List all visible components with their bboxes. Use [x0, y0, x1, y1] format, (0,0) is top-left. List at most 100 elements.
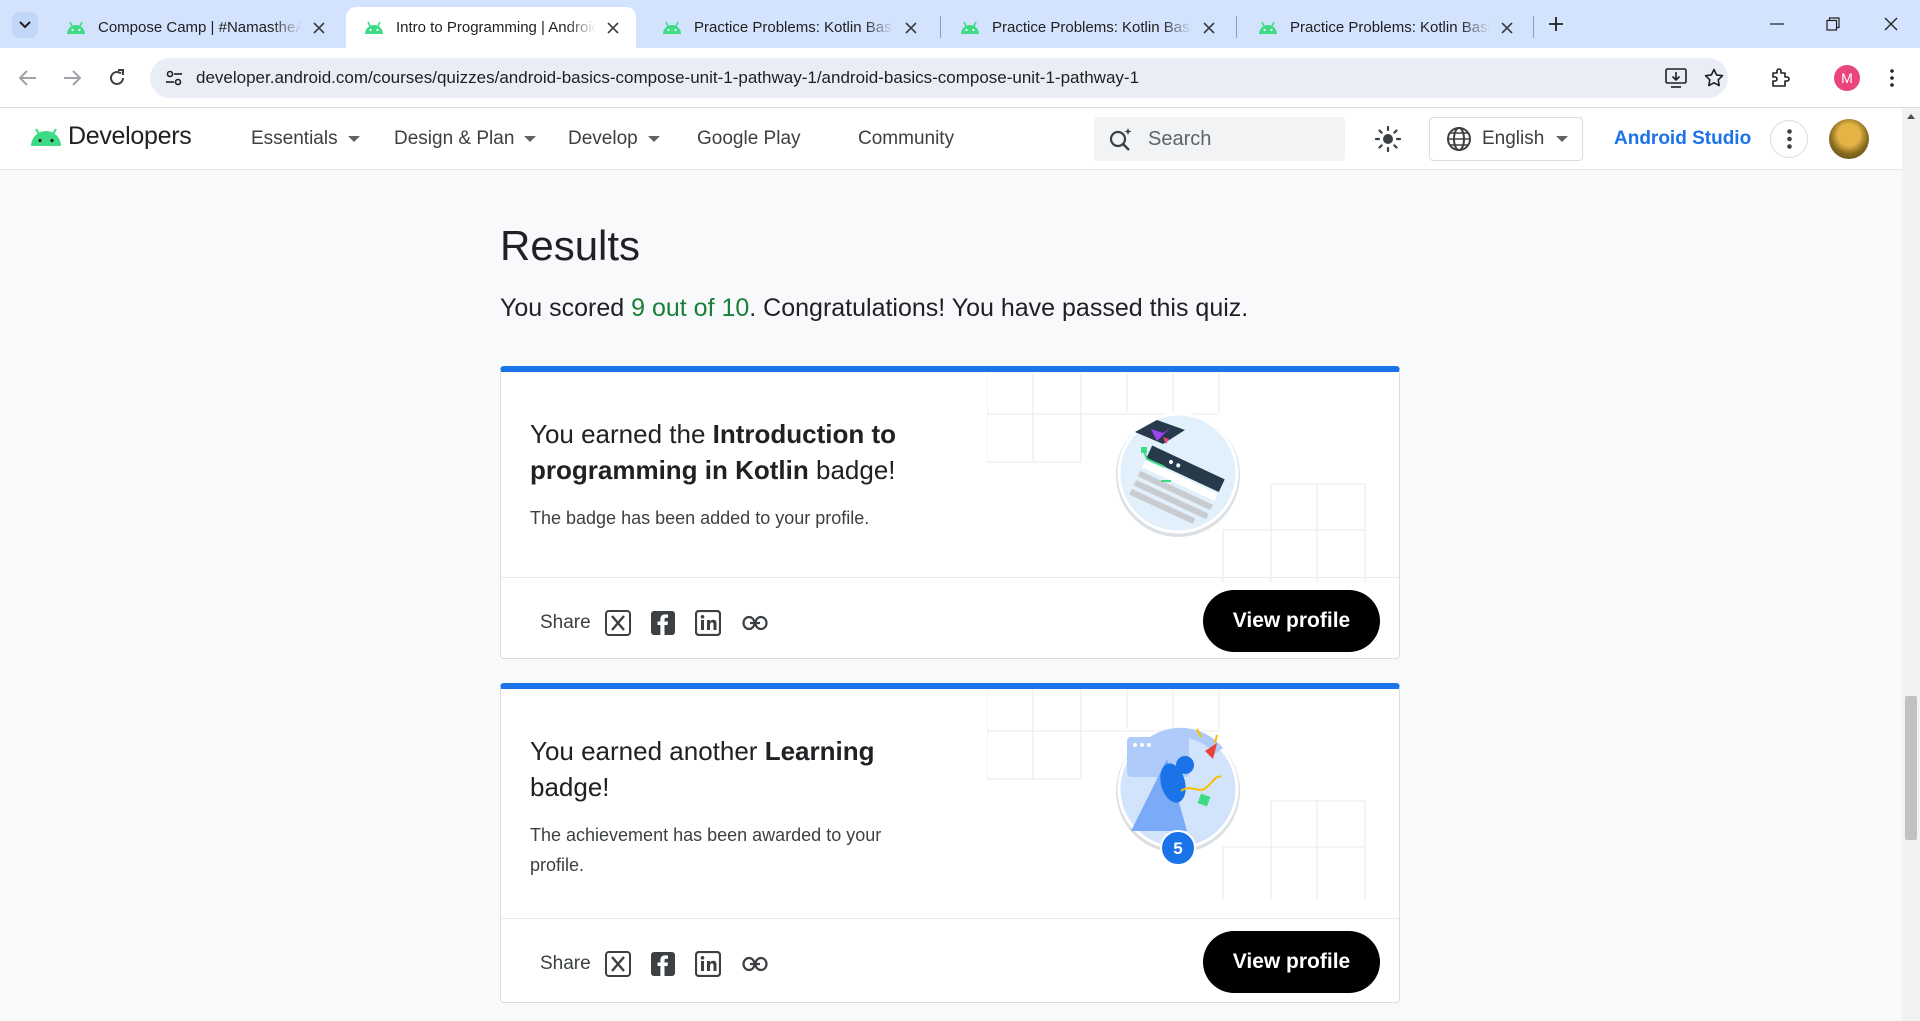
tab-separator — [940, 16, 941, 38]
nav-label: Community — [858, 128, 955, 149]
linkedin-icon[interactable] — [694, 609, 722, 637]
caret-down-icon — [347, 136, 360, 142]
tab-separator — [1236, 16, 1237, 38]
nav-label: Google Play — [697, 128, 801, 149]
caret-down-icon — [524, 136, 537, 142]
page-scrollbar[interactable] — [1902, 108, 1920, 1021]
close-icon[interactable] — [902, 19, 920, 37]
headline-prefix: You earned another — [530, 736, 765, 766]
badge-card-learning: 5 You earned another Learning badge! The… — [500, 683, 1400, 1003]
android-icon — [663, 21, 681, 34]
search-spark-icon — [1109, 128, 1132, 151]
search-placeholder: Search — [1148, 127, 1212, 150]
score-value: 9 out of 10 — [631, 294, 750, 322]
tab-practice-problems-2[interactable]: Practice Problems: Kotlin Basics — [942, 7, 1232, 48]
minimize-button[interactable] — [1754, 0, 1800, 48]
profile-avatar[interactable]: M — [1834, 65, 1860, 91]
sun-icon — [1375, 126, 1401, 152]
reload-icon — [110, 69, 124, 85]
close-icon[interactable] — [1498, 19, 1516, 37]
chevron-down-icon — [19, 21, 31, 29]
tab-separator — [1533, 16, 1534, 38]
site-search-input[interactable]: Search — [1094, 117, 1345, 161]
tab-practice-problems-3[interactable]: Practice Problems: Kotlin Basics — [1240, 7, 1530, 48]
tab-search-button[interactable] — [12, 12, 38, 38]
badge-count: 5 — [1173, 839, 1182, 858]
tab-compose-camp[interactable]: Compose Camp | #NamastheAndroid — [48, 7, 342, 48]
close-icon[interactable] — [310, 19, 328, 37]
tab-intro-to-programming[interactable]: Intro to Programming | Android Developer… — [346, 7, 636, 48]
nav-community[interactable]: Community — [858, 128, 954, 150]
learning-badge-image: 5 — [1116, 727, 1240, 866]
share-label: Share — [540, 953, 591, 974]
nav-develop[interactable]: Develop — [568, 128, 660, 150]
language-selector[interactable]: English — [1429, 117, 1583, 161]
extensions-icon[interactable] — [1765, 62, 1797, 94]
arrow-right-icon — [64, 70, 81, 86]
linkedin-icon[interactable] — [694, 950, 722, 978]
kotlin-badge-image — [1116, 412, 1240, 537]
android-icon — [961, 21, 979, 34]
restore-icon — [1826, 17, 1840, 31]
nav-label: Design & Plan — [394, 128, 515, 149]
scroll-up-arrow-icon[interactable] — [1907, 114, 1915, 119]
install-app-icon[interactable] — [1664, 66, 1688, 90]
badge-description: The badge has been added to your profile… — [530, 508, 870, 528]
caret-down-icon — [647, 136, 660, 142]
more-vert-icon — [1786, 129, 1792, 149]
android-icon — [1259, 21, 1277, 34]
close-icon[interactable] — [1200, 19, 1218, 37]
link-icon[interactable] — [741, 950, 769, 978]
main-content: Results You scored 9 out of 10. Congratu… — [0, 170, 1902, 1021]
nav-label: Essentials — [251, 128, 338, 149]
headline-suffix: badge! — [808, 455, 896, 485]
restore-button[interactable] — [1810, 0, 1856, 48]
close-icon[interactable] — [604, 19, 622, 37]
nav-design-plan[interactable]: Design & Plan — [394, 128, 537, 150]
url-text: developer.android.com/courses/quizzes/an… — [196, 68, 1140, 87]
minimize-icon — [1770, 23, 1784, 25]
android-studio-link[interactable]: Android Studio — [1614, 128, 1751, 150]
facebook-icon[interactable] — [649, 609, 677, 637]
more-options-button[interactable] — [1770, 120, 1808, 158]
globe-icon — [1447, 127, 1471, 151]
nav-essentials[interactable]: Essentials — [251, 128, 360, 150]
back-button[interactable] — [12, 62, 44, 94]
theme-toggle-button[interactable] — [1373, 124, 1403, 154]
score-summary: You scored 9 out of 10. Congratulations!… — [500, 294, 1248, 323]
scrollbar-thumb[interactable] — [1905, 696, 1917, 840]
tab-title: Practice Problems: Kotlin Basics — [1290, 19, 1490, 36]
tab-title: Intro to Programming | Android Developer… — [396, 19, 596, 36]
nav-label: Develop — [568, 128, 638, 149]
facebook-icon[interactable] — [649, 950, 677, 978]
link-icon[interactable] — [741, 609, 769, 637]
nav-google-play[interactable]: Google Play — [697, 128, 801, 150]
tab-practice-problems-1[interactable]: Practice Problems: Kotlin Basics — [644, 7, 934, 48]
user-avatar[interactable] — [1829, 119, 1869, 159]
reload-button[interactable] — [101, 62, 133, 94]
x-twitter-icon[interactable] — [604, 609, 632, 637]
close-window-button[interactable] — [1868, 0, 1914, 48]
star-icon[interactable] — [1702, 66, 1726, 90]
arrow-left-icon — [19, 70, 36, 86]
android-icon — [365, 21, 383, 34]
score-prefix: You scored — [500, 294, 632, 322]
site-header: Developers Essentials Design & Plan Deve… — [0, 108, 1902, 170]
address-bar[interactable]: developer.android.com/courses/quizzes/an… — [150, 58, 1728, 98]
badge-headline: You earned the Introduction to programmi… — [530, 416, 930, 488]
browser-toolbar: developer.android.com/courses/quizzes/an… — [0, 48, 1920, 108]
developers-logo[interactable]: Developers — [30, 122, 192, 151]
view-profile-button[interactable]: View profile — [1203, 590, 1380, 652]
tab-title: Practice Problems: Kotlin Basics — [694, 19, 894, 36]
close-icon — [1884, 17, 1898, 31]
site-info-icon[interactable] — [162, 66, 186, 90]
headline-prefix: You earned the — [530, 419, 713, 449]
browser-menu-icon[interactable] — [1876, 62, 1908, 94]
page-title: Results — [500, 222, 641, 269]
card-divider — [501, 918, 1399, 919]
forward-button[interactable] — [56, 62, 88, 94]
new-tab-button[interactable] — [1542, 10, 1570, 38]
caret-down-icon — [1556, 136, 1569, 142]
view-profile-button[interactable]: View profile — [1203, 931, 1380, 993]
x-twitter-icon[interactable] — [604, 950, 632, 978]
